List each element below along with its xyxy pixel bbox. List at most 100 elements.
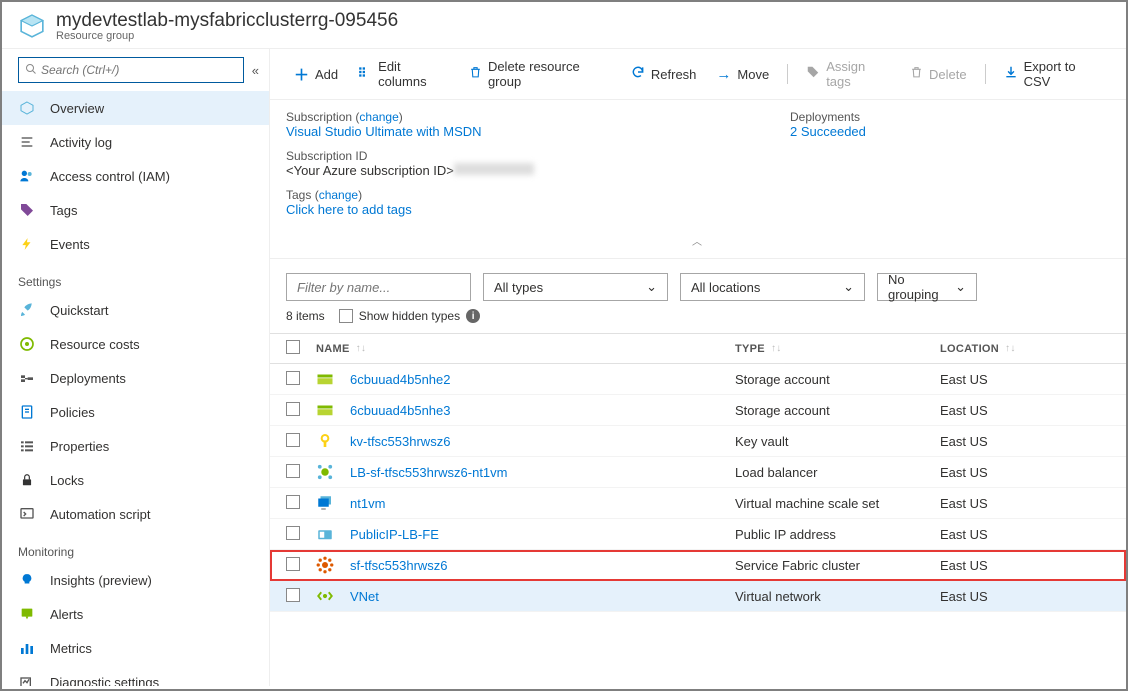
row-checkbox[interactable] — [286, 371, 300, 385]
resource-name-link[interactable]: kv-tfsc553hrwsz6 — [350, 434, 450, 449]
column-header-type[interactable]: TYPE↑↓ — [735, 340, 940, 357]
sidebar-item-metrics[interactable]: Metrics — [2, 631, 269, 665]
resource-type: Virtual machine scale set — [735, 496, 940, 511]
chevron-down-icon: ⌄ — [843, 279, 854, 295]
resource-name-link[interactable]: 6cbuuad4b5nhe3 — [350, 403, 451, 418]
row-checkbox[interactable] — [286, 557, 300, 571]
resource-location: East US — [940, 465, 1110, 480]
policies-icon — [18, 403, 36, 421]
table-row[interactable]: VNetVirtual networkEast US — [270, 581, 1126, 612]
resource-location: East US — [940, 527, 1110, 542]
plus-icon: ＋ — [294, 64, 309, 85]
resource-type-icon — [316, 494, 334, 512]
deployments-label: Deployments — [790, 110, 1090, 124]
show-hidden-checkbox[interactable] — [339, 309, 353, 323]
resource-type-icon — [316, 370, 334, 388]
sidebar-item-label: Policies — [50, 405, 95, 420]
search-input[interactable] — [41, 63, 237, 77]
sidebar-item-resource-costs[interactable]: Resource costs — [2, 327, 269, 361]
sidebar-item-deployments[interactable]: Deployments — [2, 361, 269, 395]
change-tags-link[interactable]: change — [319, 188, 358, 202]
filter-name-input[interactable] — [286, 273, 471, 301]
resource-type-icon — [316, 587, 334, 605]
row-checkbox[interactable] — [286, 526, 300, 540]
page-title: mydevtestlab-mysfabricclusterrg-095456 — [56, 10, 398, 32]
subscription-value[interactable]: Visual Studio Ultimate with MSDN — [286, 124, 482, 139]
select-all-checkbox[interactable] — [286, 340, 300, 354]
resource-type-icon — [316, 556, 334, 574]
sidebar-item-locks[interactable]: Locks — [2, 463, 269, 497]
sidebar-item-events[interactable]: Events — [2, 227, 269, 261]
refresh-button[interactable]: Refresh — [623, 61, 705, 87]
columns-icon — [358, 65, 372, 83]
sidebar-item-policies[interactable]: Policies — [2, 395, 269, 429]
sidebar-item-label: Diagnostic settings — [50, 675, 159, 687]
table-row[interactable]: 6cbuuad4b5nhe2Storage accountEast US — [270, 364, 1126, 395]
resource-name-link[interactable]: 6cbuuad4b5nhe2 — [350, 372, 451, 387]
sidebar-item-properties[interactable]: Properties — [2, 429, 269, 463]
add-button[interactable]: ＋Add — [286, 60, 346, 89]
tag-icon — [806, 65, 820, 83]
separator — [985, 64, 986, 84]
row-checkbox[interactable] — [286, 433, 300, 447]
sidebar-item-alerts[interactable]: Alerts — [2, 597, 269, 631]
sidebar-item-diagnostic-settings[interactable]: Diagnostic settings — [2, 665, 269, 686]
content-area: ＋Add Edit columns Delete resource group … — [270, 49, 1126, 686]
sidebar-item-insights[interactable]: Insights (preview) — [2, 563, 269, 597]
sidebar-item-automation-script[interactable]: Automation script — [2, 497, 269, 531]
resource-group-icon — [18, 12, 46, 40]
separator — [787, 64, 788, 84]
resource-name-link[interactable]: sf-tfsc553hrwsz6 — [350, 558, 448, 573]
bulb-icon — [18, 571, 36, 589]
edit-columns-button[interactable]: Edit columns — [350, 55, 457, 93]
lightning-icon — [18, 235, 36, 253]
sidebar-item-access-control[interactable]: Access control (IAM) — [2, 159, 269, 193]
sidebar-item-quickstart[interactable]: Quickstart — [2, 293, 269, 327]
sidebar-item-label: Locks — [50, 473, 84, 488]
row-checkbox[interactable] — [286, 495, 300, 509]
sidebar-item-label: Properties — [50, 439, 109, 454]
table-row[interactable]: sf-tfsc553hrwsz6Service Fabric clusterEa… — [270, 550, 1126, 581]
table-row[interactable]: LB-sf-tfsc553hrwsz6-nt1vmLoad balancerEa… — [270, 457, 1126, 488]
table-header: NAME↑↓ TYPE↑↓ LOCATION↑↓ — [270, 333, 1126, 364]
sidebar-item-label: Tags — [50, 203, 77, 218]
column-header-location[interactable]: LOCATION↑↓ — [940, 340, 1110, 357]
row-checkbox[interactable] — [286, 402, 300, 416]
add-tags-link[interactable]: Click here to add tags — [286, 202, 412, 217]
change-subscription-link[interactable]: change — [359, 110, 398, 124]
resource-location: East US — [940, 496, 1110, 511]
sidebar-item-tags[interactable]: Tags — [2, 193, 269, 227]
item-count: 8 items — [286, 309, 325, 323]
table-row[interactable]: PublicIP-LB-FEPublic IP addressEast US — [270, 519, 1126, 550]
resource-type: Storage account — [735, 372, 940, 387]
filter-locations-select[interactable]: All locations⌄ — [680, 273, 865, 301]
resource-name-link[interactable]: VNet — [350, 589, 379, 604]
move-button[interactable]: →Move — [708, 62, 777, 87]
table-row[interactable]: nt1vm Virtual machine scale setEast US — [270, 488, 1126, 519]
metrics-icon — [18, 639, 36, 657]
table-row[interactable]: 6cbuuad4b5nhe3Storage accountEast US — [270, 395, 1126, 426]
filter-grouping-select[interactable]: No grouping⌄ — [877, 273, 977, 301]
delete-button: Delete — [902, 61, 975, 87]
row-checkbox[interactable] — [286, 588, 300, 602]
export-csv-button[interactable]: Export to CSV — [996, 55, 1110, 93]
sidebar-item-overview[interactable]: Overview — [2, 91, 269, 125]
column-header-name[interactable]: NAME↑↓ — [316, 340, 735, 357]
sort-icon: ↑↓ — [356, 343, 367, 354]
search-input-container[interactable] — [18, 57, 244, 83]
delete-rg-button[interactable]: Delete resource group — [461, 55, 619, 93]
subscription-id-value: <Your Azure subscription ID> — [286, 163, 770, 178]
resource-name-link[interactable]: LB-sf-tfsc553hrwsz6-nt1vm — [350, 465, 508, 480]
resource-name-link[interactable]: nt1vm — [350, 496, 385, 511]
collapse-essentials-icon[interactable]: ︿ — [286, 227, 1110, 248]
row-checkbox[interactable] — [286, 464, 300, 478]
deployments-value[interactable]: 2 Succeeded — [790, 124, 866, 139]
sidebar: « Overview Activity log Access control (… — [2, 49, 270, 686]
filter-types-select[interactable]: All types⌄ — [483, 273, 668, 301]
collapse-sidebar-icon[interactable]: « — [252, 63, 259, 78]
table-row[interactable]: kv-tfsc553hrwsz6Key vaultEast US — [270, 426, 1126, 457]
resource-name-link[interactable]: PublicIP-LB-FE — [350, 527, 439, 542]
sidebar-item-activity-log[interactable]: Activity log — [2, 125, 269, 159]
info-icon[interactable]: i — [466, 309, 480, 323]
sidebar-item-label: Overview — [50, 101, 104, 116]
